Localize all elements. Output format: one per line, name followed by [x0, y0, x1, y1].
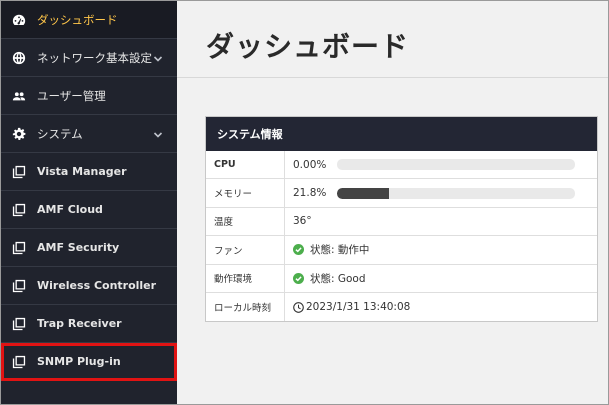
sidebar-item-label: SNMP Plug-in	[37, 355, 121, 368]
sidebar-item-label: ネットワーク基本設定	[37, 50, 152, 65]
main-content: ダッシュボード システム情報 CPU 0.00% メモリー 21.8% 温度 3…	[177, 1, 608, 404]
temperature-value: 36°	[293, 215, 312, 228]
local-time-label: ローカル時刻	[206, 292, 285, 322]
app-window: ダッシュボード ネットワーク基本設定 ユーザー管理 システム Vista Man…	[0, 0, 609, 405]
table-row: CPU 0.00%	[206, 151, 597, 180]
window-stack-icon	[12, 355, 26, 369]
sidebar-item-system[interactable]: システム	[1, 115, 177, 153]
environment-status: 状態: Good	[310, 272, 366, 285]
sidebar-item-amf-cloud[interactable]: AMF Cloud	[1, 191, 177, 229]
memory-value: 21.8%	[293, 187, 327, 200]
memory-label: メモリー	[206, 179, 285, 207]
chevron-down-icon	[153, 53, 163, 63]
sidebar: ダッシュボード ネットワーク基本設定 ユーザー管理 システム Vista Man…	[1, 1, 177, 404]
sidebar-item-network-settings[interactable]: ネットワーク基本設定	[1, 39, 177, 77]
temperature-label: 温度	[206, 207, 285, 236]
window-stack-icon	[12, 279, 26, 293]
clock-icon	[293, 301, 304, 313]
page-title: ダッシュボード	[206, 30, 410, 63]
table-row: ファン 状態: 動作中	[206, 236, 597, 265]
window-stack-icon	[12, 317, 26, 331]
environment-label: 動作環境	[206, 264, 285, 292]
sidebar-item-label: Trap Receiver	[37, 317, 122, 330]
sidebar-item-amf-security[interactable]: AMF Security	[1, 229, 177, 267]
table-row: ローカル時刻 2023/1/31 13:40:08	[206, 292, 597, 322]
cpu-value: 0.00%	[293, 158, 327, 171]
check-circle-icon	[293, 244, 304, 256]
table-row: 動作環境 状態: Good	[206, 264, 597, 293]
cpu-label: CPU	[206, 151, 285, 179]
sidebar-item-label: AMF Security	[37, 241, 120, 254]
sidebar-item-label: ユーザー管理	[37, 88, 106, 103]
sidebar-item-label: システム	[37, 126, 83, 141]
gear-icon	[12, 127, 26, 141]
card-header: システム情報	[206, 117, 597, 151]
sidebar-item-vista-manager[interactable]: Vista Manager	[1, 153, 177, 191]
sidebar-item-dashboard[interactable]: ダッシュボード	[1, 1, 177, 39]
fan-status: 状態: 動作中	[310, 244, 370, 257]
sidebar-item-label: AMF Cloud	[37, 203, 103, 216]
sidebar-item-wireless-controller[interactable]: Wireless Controller	[1, 267, 177, 305]
globe-icon	[12, 51, 26, 65]
users-icon	[12, 89, 26, 103]
sidebar-item-label: Vista Manager	[37, 165, 127, 178]
sidebar-item-label: Wireless Controller	[37, 279, 157, 292]
divider	[177, 77, 608, 78]
local-time-value: 2023/1/31 13:40:08	[306, 301, 411, 314]
system-info-card: システム情報 CPU 0.00% メモリー 21.8% 温度 36° ファン 状…	[205, 116, 598, 322]
sidebar-item-user-management[interactable]: ユーザー管理	[1, 77, 177, 115]
sidebar-item-trap-receiver[interactable]: Trap Receiver	[1, 305, 177, 343]
cpu-progress-bar	[337, 159, 575, 171]
window-stack-icon	[12, 241, 26, 255]
check-circle-icon	[293, 272, 304, 284]
sidebar-item-snmp-plugin[interactable]: SNMP Plug-in	[1, 343, 177, 381]
sidebar-item-label: ダッシュボード	[37, 12, 118, 27]
speedometer-icon	[12, 13, 26, 27]
window-stack-icon	[12, 203, 26, 217]
fan-label: ファン	[206, 236, 285, 264]
window-stack-icon	[12, 165, 26, 179]
table-row: 温度 36°	[206, 207, 597, 237]
chevron-down-icon	[153, 129, 163, 139]
table-row: メモリー 21.8%	[206, 179, 597, 208]
memory-progress-bar	[337, 187, 575, 199]
memory-progress-fill	[337, 187, 389, 199]
